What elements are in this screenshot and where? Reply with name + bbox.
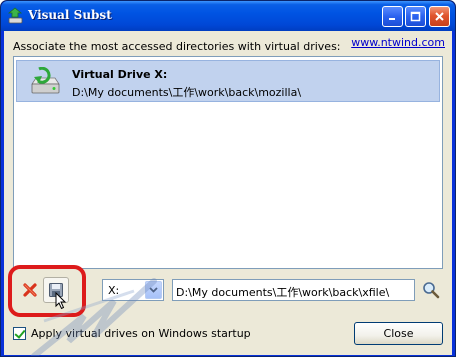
maximize-button[interactable] <box>405 6 426 27</box>
minimize-button[interactable] <box>382 6 403 27</box>
title-bar[interactable]: Visual Subst <box>1 1 455 31</box>
virtual-drive-list[interactable]: Virtual Drive X: D:\My documents\工作\work… <box>13 56 443 269</box>
virtual-drive-icon <box>31 67 60 94</box>
website-link[interactable]: www.ntwind.com <box>351 36 445 49</box>
window-title: Visual Subst <box>28 8 112 22</box>
drive-path: D:\My documents\工作\work\back\mozilla\ <box>72 86 302 99</box>
drive-name: Virtual Drive X: <box>72 68 168 81</box>
close-window-button[interactable] <box>429 6 450 27</box>
magnifier-icon[interactable] <box>422 281 440 299</box>
close-icon <box>435 12 444 21</box>
watermark-logo <box>31 278 157 356</box>
description-label: Associate the most accessed directories … <box>13 40 341 53</box>
visual-subst-app-icon <box>7 7 23 24</box>
close-button[interactable]: Close <box>354 322 443 345</box>
dialog-body: Associate the most accessed directories … <box>4 31 452 356</box>
app-window: Visual Subst Associate the most accessed… <box>0 0 456 357</box>
list-item[interactable]: Virtual Drive X: D:\My documents\工作\work… <box>16 60 440 102</box>
folder-path-input[interactable]: D:\My documents\工作\work\back\xfile\ <box>172 279 415 301</box>
minimize-icon <box>389 18 395 20</box>
maximize-icon <box>410 11 421 22</box>
